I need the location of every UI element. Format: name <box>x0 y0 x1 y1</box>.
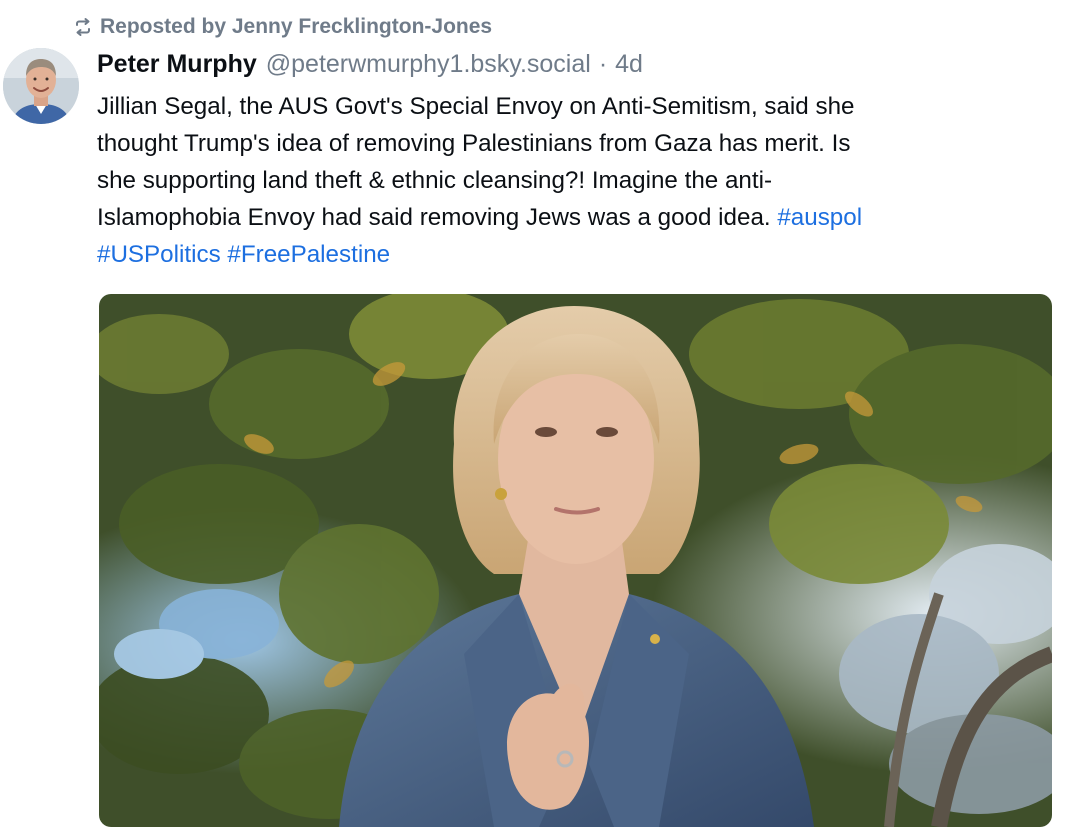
post-timestamp[interactable]: 4d <box>615 50 643 79</box>
author-name[interactable]: Peter Murphy <box>97 50 257 79</box>
author-line: Peter Murphy @peterwmurphy1.bsky.social … <box>97 50 643 84</box>
post-text: Jillian Segal, the AUS Govt's Special En… <box>97 88 1047 273</box>
hashtag-auspol[interactable]: #auspol <box>777 204 862 231</box>
post-image[interactable] <box>99 294 1052 827</box>
repost-label: Reposted by Jenny Frecklington-Jones <box>100 15 493 38</box>
hashtag-uspolitics[interactable]: #USPolitics <box>97 241 221 268</box>
post-text-line: she supporting land theft & ethnic clean… <box>97 167 772 194</box>
hashtag-freepalestine[interactable]: #FreePalestine <box>227 241 390 268</box>
post-text-line: thought Trump's idea of removing Palesti… <box>97 130 851 157</box>
repost-icon <box>72 16 94 38</box>
post-text-line-with-tag: Islamophobia Envoy had said removing Jew… <box>97 199 1047 236</box>
hashtag-line: #USPolitics #FreePalestine <box>97 236 1047 273</box>
separator-dot: · <box>598 50 608 78</box>
post-text-line: Islamophobia Envoy had said removing Jew… <box>97 204 778 231</box>
author-handle[interactable]: @peterwmurphy1.bsky.social <box>266 50 591 79</box>
post-text-line: Jillian Segal, the AUS Govt's Special En… <box>97 93 855 120</box>
avatar[interactable] <box>3 48 79 124</box>
repost-header[interactable]: Reposted by Jenny Frecklington-Jones <box>72 13 492 41</box>
